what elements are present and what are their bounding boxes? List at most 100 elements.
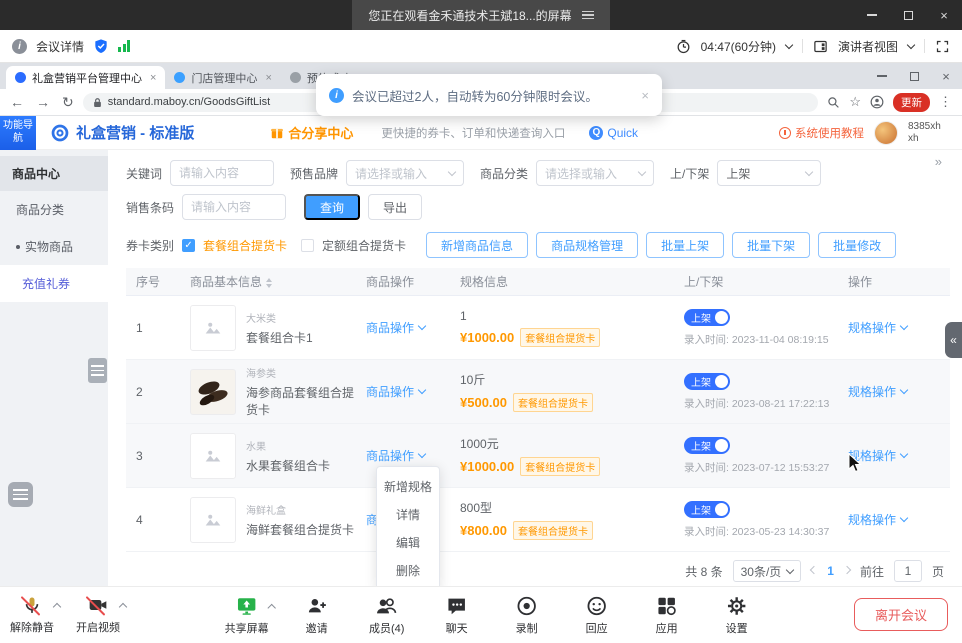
col-action: 操作 xyxy=(838,273,950,290)
back-icon[interactable]: ← xyxy=(10,94,24,111)
shelf-toggle[interactable]: 上架 xyxy=(684,437,730,454)
mouse-cursor xyxy=(848,453,862,473)
search-button[interactable]: 查询 xyxy=(304,194,360,220)
timer-dropdown-icon[interactable] xyxy=(785,40,793,48)
settings-button[interactable]: 设置 xyxy=(715,595,759,636)
checkbox-combo-card-checked[interactable]: ✓ xyxy=(182,239,195,252)
sort-icon[interactable] xyxy=(266,278,272,288)
view-mode-label[interactable]: 演讲者视图 xyxy=(838,38,898,55)
right-panel-handle[interactable]: « xyxy=(945,322,962,358)
goto-page-input[interactable] xyxy=(894,560,922,582)
menu-item-delete[interactable]: 删除 xyxy=(377,556,439,584)
product-operation-link[interactable]: 商品操作 xyxy=(366,383,425,400)
minimize-button[interactable] xyxy=(854,0,890,30)
profile-icon[interactable] xyxy=(870,95,884,109)
batch-edit-button[interactable]: 批量修改 xyxy=(818,232,896,258)
spec-operation-link[interactable]: 规格操作 xyxy=(848,511,907,528)
close-button[interactable]: × xyxy=(926,0,962,30)
shelf-toggle[interactable]: 上架 xyxy=(684,309,730,326)
tab-close-icon[interactable]: × xyxy=(150,72,156,84)
shelf-select[interactable]: 上架 xyxy=(717,160,821,186)
view-dropdown-icon[interactable] xyxy=(907,40,915,48)
menu-item-add-spec[interactable]: 新增规格 xyxy=(377,472,439,500)
leave-meeting-button[interactable]: 离开会议 xyxy=(854,598,948,631)
tag: 套餐组合提货卡 xyxy=(513,393,593,412)
keyword-input[interactable] xyxy=(170,160,274,186)
browser-tab[interactable]: 门店管理中心 × xyxy=(165,66,280,89)
maximize-button[interactable] xyxy=(890,0,926,30)
user-avatar[interactable] xyxy=(874,121,898,145)
share-screen-button[interactable]: 共享屏幕 xyxy=(225,595,269,636)
sidebar-item-physical-goods[interactable]: 实物商品 xyxy=(0,228,108,265)
browser-tab-active[interactable]: 礼盒营销平台管理中心 × xyxy=(6,66,165,89)
sidebar-item-goods-category[interactable]: 商品分类 xyxy=(0,191,108,228)
share-center-link[interactable]: 合分享中心 xyxy=(270,123,353,142)
reload-icon[interactable]: ↻ xyxy=(62,94,74,111)
share-options-icon[interactable] xyxy=(267,603,275,611)
category-select[interactable]: 请选择或输入 xyxy=(536,160,654,186)
next-page-button[interactable] xyxy=(843,565,851,573)
brand-select[interactable]: 请选择或输入 xyxy=(346,160,464,186)
export-button[interactable]: 导出 xyxy=(368,194,422,220)
mic-options-icon[interactable] xyxy=(53,603,61,611)
collapse-panel-icon[interactable]: » xyxy=(935,154,942,169)
product-operation-link[interactable]: 商品操作 xyxy=(366,447,425,464)
checkbox-fixed-card[interactable] xyxy=(301,239,314,252)
record-button[interactable]: 录制 xyxy=(505,595,549,636)
collapse-left-icon: « xyxy=(950,333,957,347)
video-options-icon[interactable] xyxy=(119,603,127,611)
bookmark-star-icon[interactable]: ☆ xyxy=(849,94,861,110)
batch-off-shelf-button[interactable]: 批量下架 xyxy=(732,232,810,258)
prev-page-button[interactable] xyxy=(810,565,818,573)
tab-close-icon[interactable]: × xyxy=(265,72,271,84)
browser-minimize-button[interactable] xyxy=(866,63,898,89)
reaction-button[interactable]: 回应 xyxy=(575,595,619,636)
search-icon[interactable] xyxy=(827,96,840,109)
camera-off-icon xyxy=(87,595,109,615)
batch-on-shelf-button[interactable]: 批量上架 xyxy=(646,232,724,258)
function-nav-button[interactable]: 功能导航 xyxy=(0,116,36,150)
browser-update-button[interactable]: 更新 xyxy=(893,93,930,112)
fullscreen-icon[interactable] xyxy=(935,39,950,54)
current-page[interactable]: 1 xyxy=(827,564,834,578)
col-index: 序号 xyxy=(126,273,180,290)
add-product-button[interactable]: 新增商品信息 xyxy=(426,232,528,258)
start-video-button[interactable]: 开启视频 xyxy=(76,594,120,635)
browser-menu-icon[interactable]: ⋮ xyxy=(939,94,952,110)
tutorial-link[interactable]: 系统使用教程 xyxy=(779,125,864,141)
apps-button[interactable]: 应用 xyxy=(645,595,689,636)
meeting-toast: i 会议已超过2人，自动转为60分钟限时会议。 × xyxy=(316,74,662,116)
chat-button[interactable]: 聊天 xyxy=(435,595,479,636)
product-category: 海参类 xyxy=(246,365,356,380)
product-operation-link[interactable]: 商品操作 xyxy=(366,319,425,336)
browser-maximize-button[interactable] xyxy=(898,63,930,89)
meeting-detail-link[interactable]: 会议详情 xyxy=(36,38,84,55)
signal-icon[interactable] xyxy=(118,40,130,52)
forward-icon[interactable]: → xyxy=(36,94,50,111)
spec-manage-button[interactable]: 商品规格管理 xyxy=(536,232,638,258)
menu-item-edit[interactable]: 编辑 xyxy=(377,528,439,556)
browser-close-button[interactable]: × xyxy=(930,63,962,89)
spec-operation-link[interactable]: 规格操作 xyxy=(848,319,907,336)
shelf-toggle[interactable]: 上架 xyxy=(684,501,730,518)
banner-menu-icon[interactable] xyxy=(582,9,594,22)
spec-operation-link[interactable]: 规格操作 xyxy=(848,383,907,400)
meeting-bottom-bar: 解除静音 开启视频 共享屏幕 邀请 成员(4) 聊天 xyxy=(0,586,962,642)
members-button[interactable]: 成员(4) xyxy=(365,595,409,636)
invite-button[interactable]: 邀请 xyxy=(295,595,339,636)
sidebar-section-goods-center[interactable]: 商品中心 xyxy=(0,156,108,191)
total-count: 共 8 条 xyxy=(685,563,722,580)
shield-icon[interactable] xyxy=(93,38,109,54)
sidebar-item-gift-voucher[interactable]: 充值礼券 xyxy=(0,265,108,302)
unmute-button[interactable]: 解除静音 xyxy=(10,594,54,635)
quick-link[interactable]: Q Quick xyxy=(589,126,638,140)
menu-item-detail[interactable]: 详情 xyxy=(377,500,439,528)
toast-close-icon[interactable]: × xyxy=(641,88,649,103)
col-product[interactable]: 商品基本信息 xyxy=(180,273,356,290)
toggle-knob xyxy=(715,439,728,452)
sidebar-grip-handle[interactable] xyxy=(88,358,107,383)
barcode-input[interactable] xyxy=(182,194,286,220)
shelf-toggle[interactable]: 上架 xyxy=(684,373,730,390)
floating-notes-button[interactable] xyxy=(8,482,33,507)
page-size-select[interactable]: 30条/页 xyxy=(733,560,802,582)
